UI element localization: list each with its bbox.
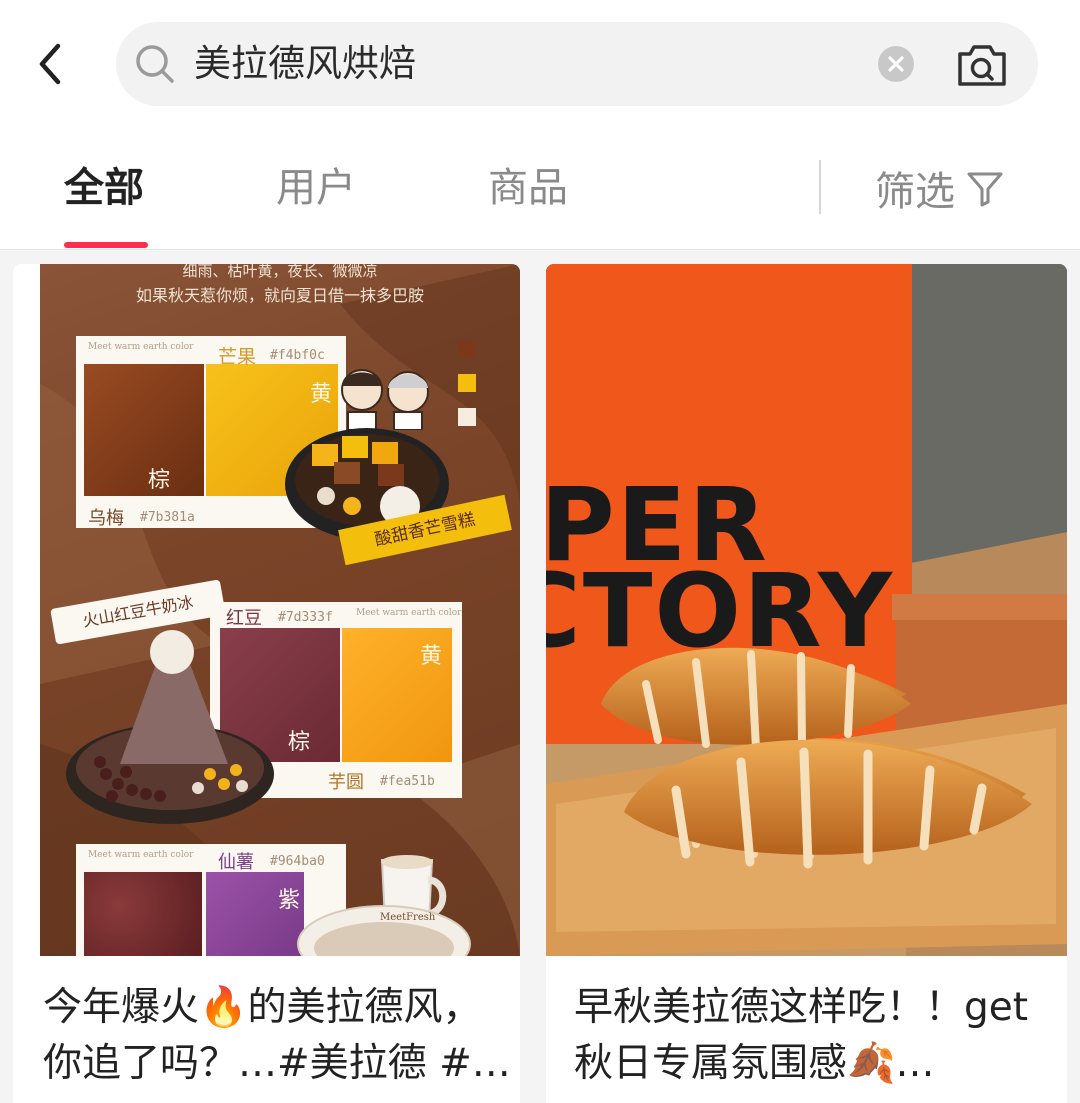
- panel-tag: Meet warm earth color: [88, 342, 194, 352]
- palette-dot: [458, 408, 476, 426]
- swatch-char: 棕: [288, 730, 311, 755]
- swatch-hex: #fea51b: [380, 774, 435, 789]
- swatch-name: 乌梅: [88, 508, 124, 529]
- tab-users[interactable]: 用户: [276, 156, 356, 220]
- post-title[interactable]: 今年爆火🔥的美拉德风，你追了吗？…#美拉德 #…: [43, 980, 513, 1092]
- palette-dot: [458, 374, 476, 392]
- tab-all[interactable]: 全部: [64, 156, 144, 220]
- poster-caption-2: 如果秋天惹你烦，就向夏日借一抹多巴胺: [135, 286, 424, 305]
- swatch-name: 芒果: [218, 346, 257, 368]
- bread-foreground: [601, 647, 1032, 869]
- search-input[interactable]: 美拉德风烘焙: [194, 22, 416, 106]
- camera-search-button[interactable]: [954, 40, 1010, 90]
- swatch-taro-ball: 黄: [342, 628, 452, 762]
- swatch-hex: #7d333f: [278, 610, 333, 625]
- swatch-name: 仙薯: [218, 852, 254, 873]
- tab-products[interactable]: 商品: [488, 156, 568, 220]
- post-image: 细雨、枯叶黄，夜长、微微凉 如果秋天惹你烦，就向夏日借一抹多巴胺 Meet wa…: [40, 264, 520, 956]
- swatch-char: 棕: [148, 468, 171, 493]
- close-icon: [888, 56, 904, 72]
- swatch-hex: #f4bf0c: [270, 348, 325, 363]
- tab-divider: [819, 160, 821, 214]
- swatch-name: 芋圆: [328, 772, 364, 793]
- swatch-char: 黄: [420, 644, 443, 669]
- chevron-left-icon: [39, 43, 61, 85]
- filter-funnel-icon: [967, 172, 1003, 207]
- palette-dot: [458, 340, 476, 358]
- clear-search-button[interactable]: [878, 46, 914, 82]
- back-button[interactable]: [22, 34, 82, 94]
- swatch-beans: [84, 872, 202, 956]
- feed-card[interactable]: 细雨、枯叶黄，夜长、微微凉 如果秋天惹你烦，就向夏日借一抹多巴胺 Meet wa…: [13, 264, 520, 1103]
- filter-button[interactable]: 筛选: [875, 156, 1005, 220]
- search-icon: [136, 45, 174, 83]
- swatch-purple-yam: 紫: [206, 872, 304, 956]
- filter-label: 筛选: [875, 169, 955, 215]
- top-bar: 美拉德风烘焙 全部 用户 商品 筛选: [0, 0, 1080, 250]
- poster-caption-1: 细雨、枯叶黄，夜长、微微凉: [182, 264, 378, 280]
- swatch-hex: #7b381a: [140, 510, 195, 525]
- volcano-dessert-image: [66, 630, 274, 824]
- swatch-char: 黄: [310, 382, 333, 407]
- active-tab-indicator: [64, 242, 148, 248]
- swatch-hex: #964ba0: [270, 854, 325, 869]
- search-bar[interactable]: 美拉德风烘焙: [116, 22, 1038, 106]
- header-border: [0, 249, 1080, 250]
- post-title[interactable]: 早秋美拉德这样吃！！get秋日专属氛围感🍂…: [574, 980, 1054, 1092]
- post-image: PER CTORY: [546, 264, 1067, 956]
- swatch-plum: 棕: [84, 364, 204, 496]
- panel-tag: Meet warm earth color: [88, 850, 194, 860]
- camera-icon: [958, 45, 1006, 86]
- panel-tag: Meet warm earth color: [356, 608, 462, 618]
- feed-card[interactable]: PER CTORY 早秋美拉德这样吃！！get秋日专属氛围感🍂…: [546, 264, 1067, 1103]
- cup-logo: MeetFresh: [380, 912, 436, 923]
